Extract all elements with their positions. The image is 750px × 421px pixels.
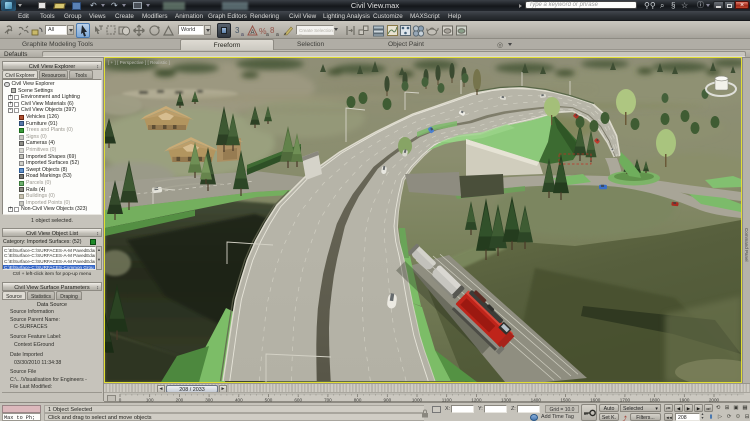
svg-text:a: a: [241, 32, 244, 37]
svg-text:A: A: [251, 30, 255, 36]
svg-text:3: 3: [235, 26, 240, 35]
svg-text:[ + ] [ Perspective ] [ Realis: [ + ] [ Perspective ] [ Realistic ]: [108, 60, 170, 65]
svg-text:a: a: [276, 32, 279, 37]
svg-text:8: 8: [270, 26, 275, 35]
